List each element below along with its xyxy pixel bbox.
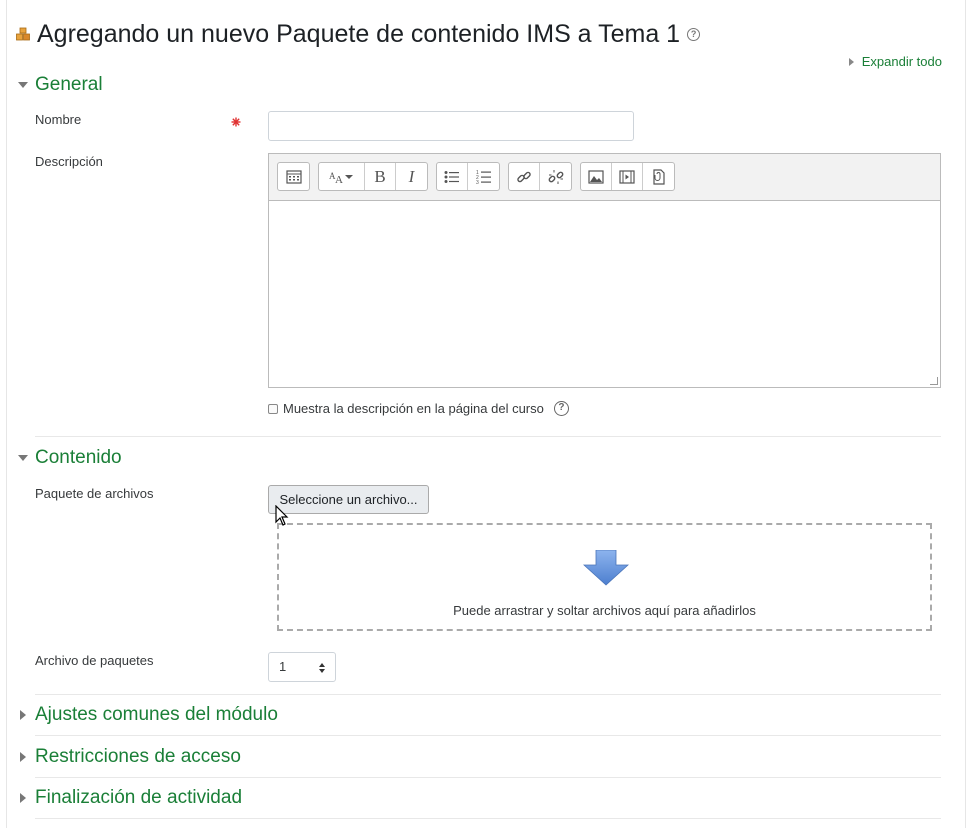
toolbar-group-toggle [277, 162, 310, 191]
toolbar-group-lists: 123 [436, 162, 500, 191]
collapse-caret-icon [18, 455, 28, 461]
section-contenido-toggle[interactable]: Contenido [18, 447, 122, 469]
archivo-paquetes-value: 1 [279, 659, 287, 674]
help-icon[interactable]: ? [553, 401, 569, 416]
expand-all-label: Expandir todo [861, 54, 942, 69]
ims-package-icon [16, 27, 30, 41]
select-file-button[interactable]: Seleccione un archivo... [268, 485, 429, 514]
descripcion-label: Descripción [35, 154, 103, 169]
show-description-checkbox[interactable] [268, 403, 278, 414]
section-restricciones-title: Restricciones de acceso [35, 746, 241, 767]
toolbar-group-links [508, 162, 572, 191]
required-icon [231, 116, 241, 130]
expand-caret-icon [20, 752, 26, 762]
resize-handle-icon[interactable] [930, 377, 938, 385]
drop-arrow-icon [583, 550, 629, 586]
unlink-icon[interactable] [540, 163, 571, 190]
toolbar-group-format: AA B I [318, 162, 428, 191]
description-textarea[interactable] [269, 200, 940, 387]
section-ajustes-title: Ajustes comunes del módulo [35, 704, 278, 725]
toolbar-group-media [580, 162, 675, 191]
section-divider [35, 777, 941, 778]
page-header: Agregando un nuevo Paquete de contenido … [16, 18, 701, 50]
toolbar-toggle-icon[interactable] [278, 163, 309, 190]
section-divider [35, 694, 941, 695]
archivo-paquetes-label: Archivo de paquetes [35, 653, 154, 668]
page-title: Agregando un nuevo Paquete de contenido … [37, 19, 681, 48]
ordered-list-icon[interactable]: 123 [468, 163, 499, 190]
show-description-label: Muestra la descripción en la página del … [283, 401, 544, 416]
nombre-input[interactable] [268, 111, 634, 141]
paquete-label: Paquete de archivos [35, 486, 154, 501]
show-description-option: Muestra la descripción en la página del … [268, 401, 569, 416]
media-icon[interactable] [612, 163, 643, 190]
section-finalizacion-title: Finalización de actividad [35, 787, 243, 808]
section-divider [35, 436, 941, 437]
svg-text:A: A [335, 174, 343, 185]
select-arrows-icon [319, 663, 325, 673]
editor-toolbar: AA B I 123 [277, 162, 683, 192]
section-divider [35, 735, 941, 736]
section-ajustes-toggle[interactable]: Ajustes comunes del módulo [18, 704, 278, 726]
expand-caret-icon [20, 793, 26, 803]
section-contenido-title: Contenido [35, 447, 122, 468]
image-icon[interactable] [581, 163, 612, 190]
collapse-caret-icon [18, 82, 28, 88]
text-style-icon[interactable]: AA [319, 163, 365, 190]
section-divider [35, 818, 941, 819]
expand-all-link[interactable]: Expandir todo [848, 54, 942, 69]
mouse-cursor-icon [275, 505, 289, 526]
section-restricciones-toggle[interactable]: Restricciones de acceso [18, 746, 241, 768]
dropzone-text: Puede arrastrar y soltar archivos aquí p… [453, 603, 756, 618]
section-general-title: General [35, 74, 103, 95]
svg-text:3: 3 [476, 180, 479, 185]
bold-icon[interactable]: B [365, 163, 396, 190]
help-icon[interactable]: ? [687, 27, 701, 41]
right-frame-edge [965, 0, 974, 828]
file-manage-icon[interactable] [643, 163, 674, 190]
section-general-toggle[interactable]: General [18, 74, 103, 96]
description-editor: AA B I 123 [268, 153, 941, 388]
nombre-label: Nombre [35, 112, 82, 127]
expand-caret-icon [848, 57, 854, 66]
expand-caret-icon [20, 710, 26, 720]
left-frame-edge [0, 0, 7, 828]
archivo-paquetes-select[interactable]: 1 [268, 652, 336, 682]
file-dropzone[interactable]: Puede arrastrar y soltar archivos aquí p… [277, 523, 932, 631]
unordered-list-icon[interactable] [437, 163, 468, 190]
section-finalizacion-toggle[interactable]: Finalización de actividad [18, 787, 242, 809]
link-icon[interactable] [509, 163, 540, 190]
italic-icon[interactable]: I [396, 163, 427, 190]
